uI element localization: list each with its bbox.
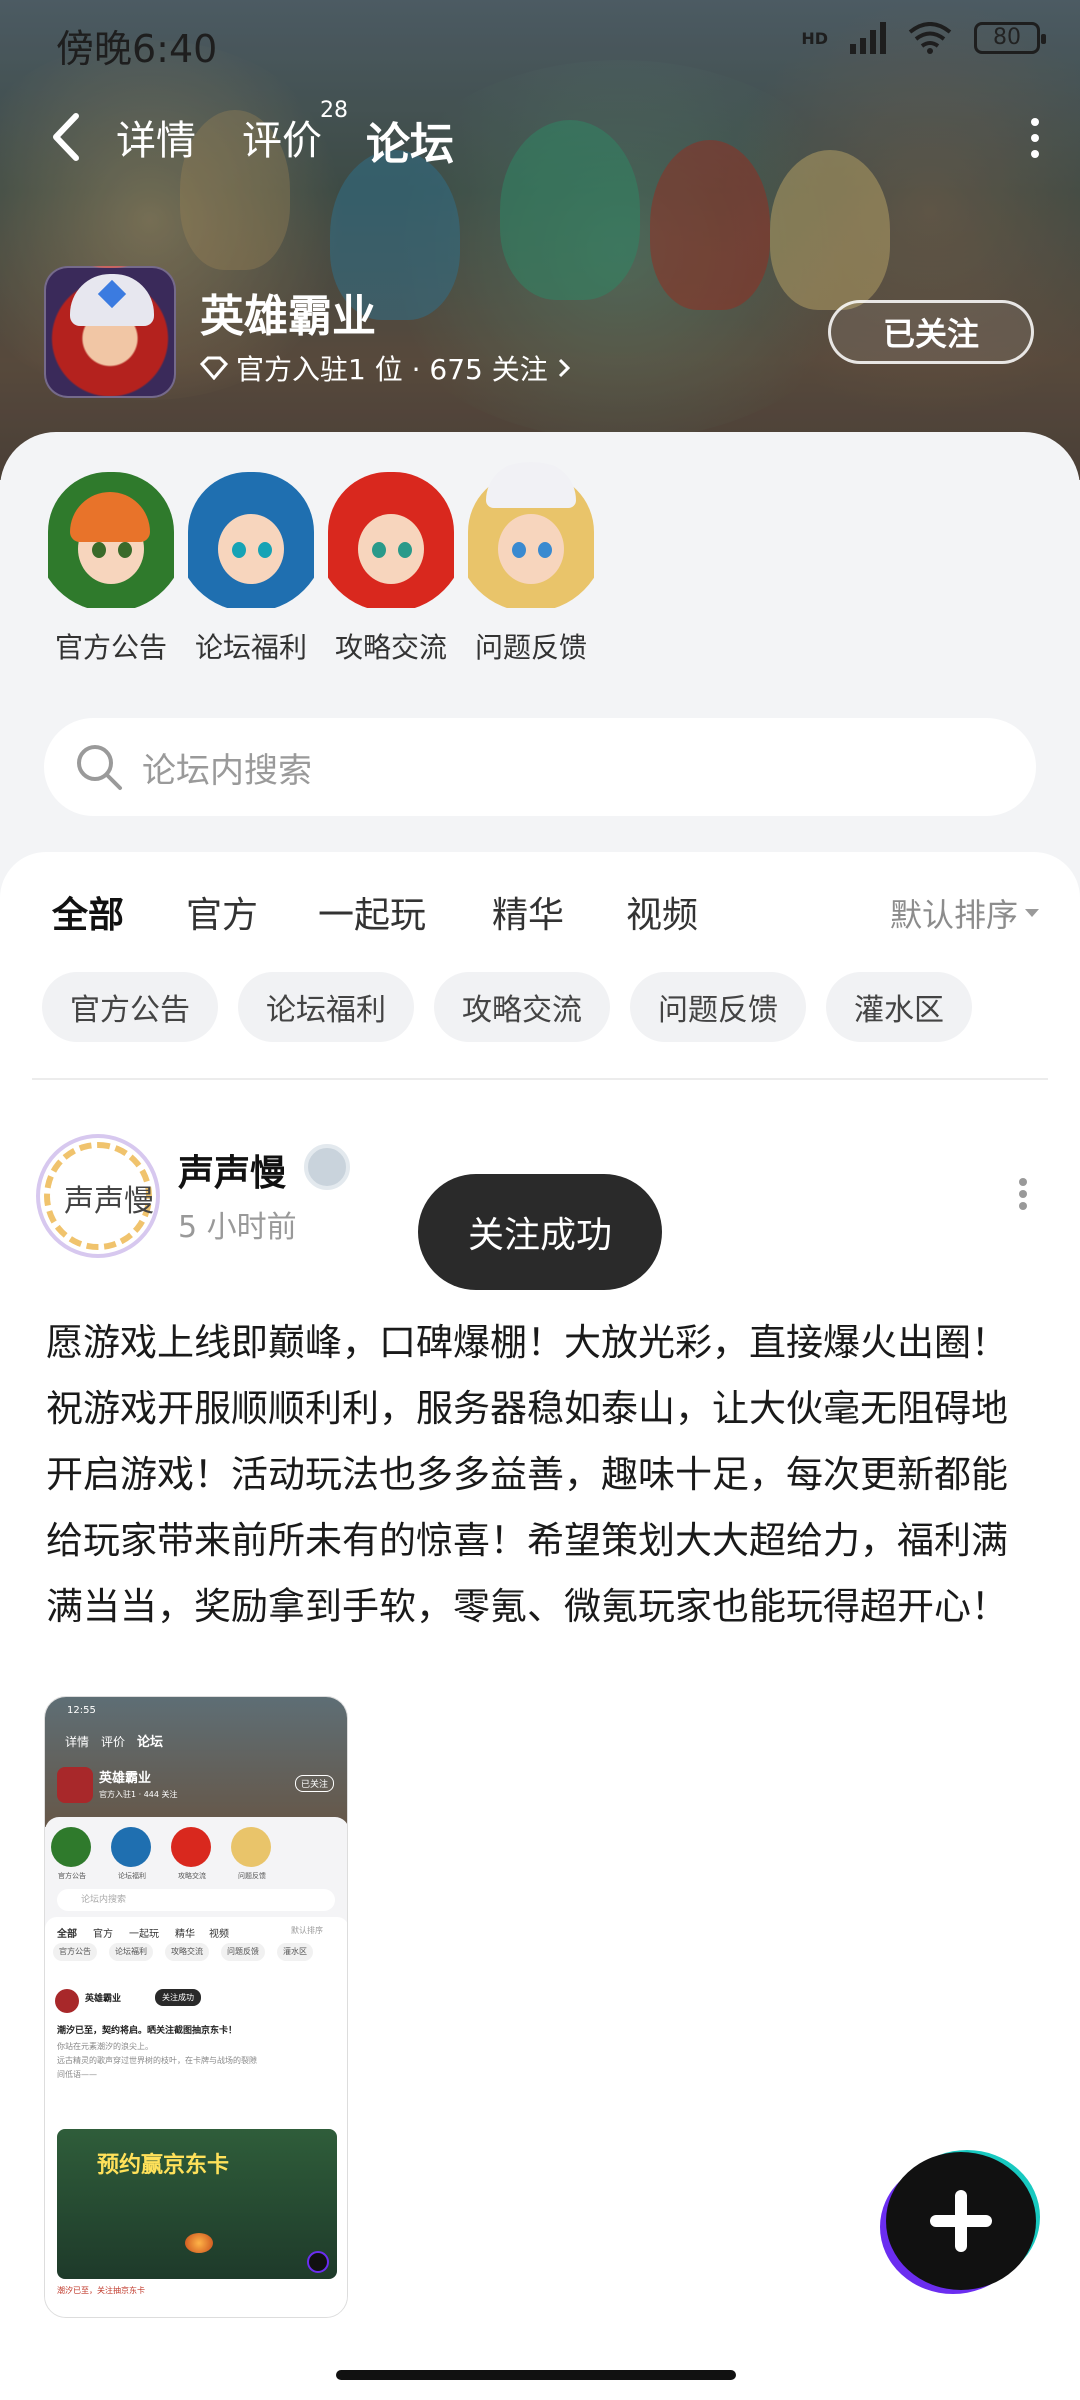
create-post-button[interactable]: [886, 2152, 1036, 2290]
sort-dropdown[interactable]: 默认排序: [890, 890, 1040, 936]
home-indicator[interactable]: [336, 2370, 736, 2380]
chip-water[interactable]: 灌水区: [826, 972, 972, 1042]
chip-strategy[interactable]: 攻略交流: [434, 972, 610, 1042]
category-avatar: [456, 462, 606, 612]
signal-icon: [850, 22, 886, 54]
divider: [32, 1078, 1048, 1080]
more-vertical-icon[interactable]: [1030, 118, 1040, 158]
tab-details[interactable]: 详情: [116, 108, 196, 166]
post-more-icon[interactable]: [1018, 1178, 1028, 1210]
category-avatar: [316, 462, 466, 612]
wifi-icon: [908, 22, 952, 54]
top-navigation: 详情 评价 28 论坛: [0, 92, 1080, 182]
game-icon: [44, 266, 176, 398]
chip-feedback[interactable]: 问题反馈: [630, 972, 806, 1042]
network-hd-label: HD: [801, 28, 828, 48]
game-title: 英雄霸业: [200, 291, 376, 342]
back-arrow-icon[interactable]: [46, 112, 86, 162]
topic-chips: 官方公告 论坛福利 攻略交流 问题反馈 灌水区: [42, 972, 972, 1042]
author-badge-icon: [304, 1144, 350, 1190]
status-time: 傍晚6:40: [56, 27, 218, 71]
feed-tabs: 全部 官方 一起玩 精华 视频 默认排序: [0, 872, 1080, 952]
game-subtitle[interactable]: 官方入驻1 位 · 675 关注: [200, 348, 572, 388]
forum-categories: 官方公告 论坛福利 攻略交流 问题反馈: [0, 462, 1080, 672]
search-input[interactable]: 论坛内搜索: [142, 743, 312, 792]
diamond-icon: [200, 356, 228, 380]
feed-tab-play-together[interactable]: 一起玩: [318, 886, 426, 938]
author-avatar[interactable]: 声声慢: [36, 1134, 160, 1258]
category-avatar: [36, 462, 186, 612]
author-name[interactable]: 声声慢: [178, 1144, 286, 1196]
follow-button[interactable]: 已关注: [828, 300, 1034, 364]
feed-tab-video[interactable]: 视频: [626, 886, 698, 938]
reviews-count: 28: [320, 98, 348, 123]
search-icon: [77, 745, 122, 790]
feed-tab-official[interactable]: 官方: [186, 886, 258, 938]
feed-tab-featured[interactable]: 精华: [492, 886, 564, 938]
plus-icon: [930, 2190, 992, 2252]
caret-down-icon: [1025, 909, 1039, 917]
tab-reviews[interactable]: 评价 28: [242, 98, 348, 166]
feed-tab-all[interactable]: 全部: [52, 886, 125, 938]
chip-forum-benefits[interactable]: 论坛福利: [238, 972, 414, 1042]
post-time: 5 小时前: [178, 1210, 297, 1245]
chip-official-notice[interactable]: 官方公告: [42, 972, 218, 1042]
chevron-right-icon: [558, 358, 570, 378]
post-text[interactable]: 愿游戏上线即巅峰，口碑爆棚！大放光彩，直接爆火出圈！祝游戏开服顺顺利利，服务器稳…: [46, 1310, 1036, 1640]
tab-forum[interactable]: 论坛: [362, 108, 458, 172]
category-label: 问题反馈: [474, 631, 587, 664]
battery-indicator: 80: [974, 22, 1046, 54]
forum-panel: 官方公告 论坛福利 攻略交流 问题反馈 论坛内搜索 全部 官方 一起玩 精华 视…: [0, 432, 1080, 2400]
category-feedback[interactable]: 问题反馈: [446, 462, 616, 666]
status-bar: 傍晚6:40 HD 80: [0, 0, 1080, 80]
toast-follow-success: 关注成功: [418, 1174, 662, 1290]
search-bar[interactable]: 论坛内搜索: [44, 718, 1036, 816]
category-avatar: [176, 462, 326, 612]
header-banner: 傍晚6:40 HD 80 详情 评价 28 论坛 英雄霸业 官方入驻1 位 · 6…: [0, 0, 1080, 480]
post-image[interactable]: 12:55 详情 评价 论坛 英雄霸业 官方入驻1 · 444 关注 已关注 官…: [44, 1696, 348, 2318]
